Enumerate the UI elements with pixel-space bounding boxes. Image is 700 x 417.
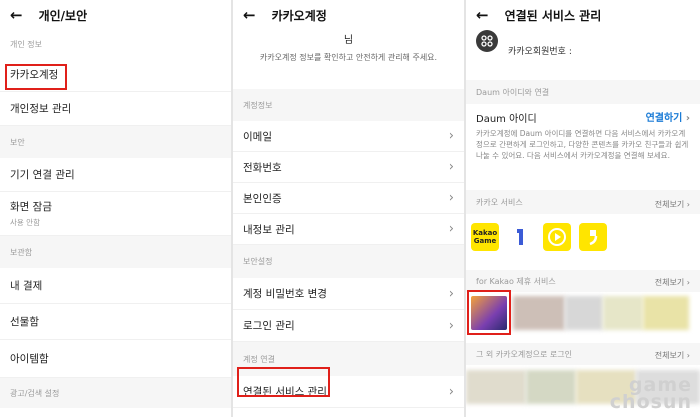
chevron-right-icon: › bbox=[448, 221, 454, 237]
menu-item-gift-box[interactable]: 선물함 bbox=[0, 304, 231, 340]
connected-services-panel: ← 연결된 서비스 관리 카카오회원번호 : Daum 아이디와 연결 Daum… bbox=[466, 0, 700, 417]
panel2-title: 카카오계정 bbox=[271, 9, 327, 23]
other-login-view-all[interactable]: 전체보기 › bbox=[655, 350, 690, 361]
blurred-app-icon bbox=[466, 370, 526, 404]
back-arrow-icon[interactable]: ← bbox=[243, 8, 256, 23]
panel3-title: 연결된 서비스 관리 bbox=[504, 9, 602, 23]
chevron-right-icon: › bbox=[448, 286, 454, 301]
kakao-page-tile[interactable] bbox=[507, 223, 535, 251]
quote-icon bbox=[589, 230, 598, 246]
menu-item-privacy[interactable]: 개인정보 관리 bbox=[0, 92, 231, 126]
blurred-app-icon bbox=[603, 296, 643, 330]
menu-item-my-info[interactable]: 내정보 관리 › bbox=[233, 214, 464, 245]
panel1-header: ← 개인/보안 bbox=[0, 0, 231, 31]
watermark-logo: game chosun bbox=[609, 374, 692, 413]
kakao-services-view-all[interactable]: 전체보기 › bbox=[655, 199, 690, 210]
menu-item-phone[interactable]: 전화번호 › bbox=[233, 152, 464, 183]
for-kakao-view-all[interactable]: 전체보기 › bbox=[655, 277, 690, 288]
daum-description: 카카오계정에 Daum 아이디를 연결하면 다음 서비스에서 카카오계정으로 간… bbox=[476, 129, 689, 160]
kakao-page-icon bbox=[517, 229, 523, 245]
kakao-story-tile[interactable] bbox=[579, 223, 607, 251]
chevron-right-icon: › bbox=[448, 318, 454, 333]
daum-id-label: Daum 아이디 bbox=[476, 114, 537, 125]
play-icon bbox=[548, 228, 566, 246]
kakao-game-tile[interactable]: Kakao Game bbox=[471, 223, 499, 251]
menu-item-screen-lock[interactable]: 화면 잠금 사용 안함 bbox=[0, 192, 231, 236]
member-number-label: 카카오회원번호 : bbox=[508, 47, 572, 57]
kakao-account-panel: ← 카카오계정 님 카카오계정 정보를 확인하고 안전하게 관리해 주세요. 계… bbox=[233, 0, 464, 417]
back-arrow-icon[interactable]: ← bbox=[10, 8, 23, 23]
profile-summary: 님 카카오계정 정보를 확인하고 안전하게 관리해 주세요. bbox=[233, 31, 464, 89]
section-personal: 개인 정보 bbox=[0, 31, 231, 58]
chevron-right-icon: › bbox=[448, 128, 454, 144]
link-icon bbox=[481, 35, 493, 47]
chevron-right-icon: › bbox=[448, 190, 454, 206]
menu-item-email[interactable]: 이메일 › bbox=[233, 121, 464, 152]
menu-item-change-password[interactable]: 계정 비밀번호 변경 › bbox=[233, 278, 464, 310]
panel1-title: 개인/보안 bbox=[38, 9, 88, 23]
back-arrow-icon[interactable]: ← bbox=[476, 8, 489, 23]
blurred-app-icon bbox=[513, 296, 565, 330]
menu-item-identity-verification[interactable]: 본인인증 › bbox=[233, 183, 464, 214]
highlight-box-kakao-account bbox=[5, 64, 67, 90]
section-account-info: 계정정보 bbox=[233, 89, 464, 121]
chevron-right-icon: › bbox=[448, 384, 454, 399]
daum-connect-link[interactable]: 연결하기 › bbox=[646, 109, 690, 124]
panel3-header: ← 연결된 서비스 관리 bbox=[466, 0, 700, 31]
screen-lock-status: 사용 안함 bbox=[10, 218, 40, 227]
kakao-tv-tile[interactable] bbox=[543, 223, 571, 251]
section-security: 보안 bbox=[0, 126, 231, 158]
blurred-app-icon bbox=[643, 296, 689, 330]
section-security-settings: 보안설정 bbox=[233, 245, 464, 278]
highlight-box-connected-services bbox=[237, 367, 330, 397]
personal-security-panel: ← 개인/보안 개인 정보 카카오계정 개인정보 관리 보안 기기 연결 관리 … bbox=[0, 0, 231, 417]
highlight-box-game-app bbox=[467, 290, 511, 335]
menu-item-device-connections[interactable]: 기기 연결 관리 bbox=[0, 158, 231, 192]
blurred-app-icon bbox=[565, 296, 603, 330]
section-daum-link: Daum 아이디와 연결 bbox=[466, 80, 700, 104]
chevron-right-icon: › bbox=[685, 113, 690, 124]
kakao-service-tiles: Kakao Game bbox=[471, 223, 615, 251]
blurred-app-icon bbox=[526, 370, 576, 404]
menu-item-my-payment[interactable]: 내 결제 bbox=[0, 268, 231, 304]
section-ads-search: 광고/검색 설정 bbox=[0, 378, 231, 408]
menu-item-login-management[interactable]: 로그인 관리 › bbox=[233, 310, 464, 342]
chevron-right-icon: › bbox=[448, 159, 454, 175]
section-storage: 보관함 bbox=[0, 236, 231, 268]
kakao-profile-avatar bbox=[476, 30, 498, 52]
profile-intro: 카카오계정 정보를 확인하고 안전하게 관리해 주세요. bbox=[259, 53, 438, 62]
menu-item-item-box[interactable]: 아이템함 bbox=[0, 340, 231, 378]
panel2-header: ← 카카오계정 bbox=[233, 0, 464, 31]
profile-name: 님 bbox=[343, 35, 354, 46]
